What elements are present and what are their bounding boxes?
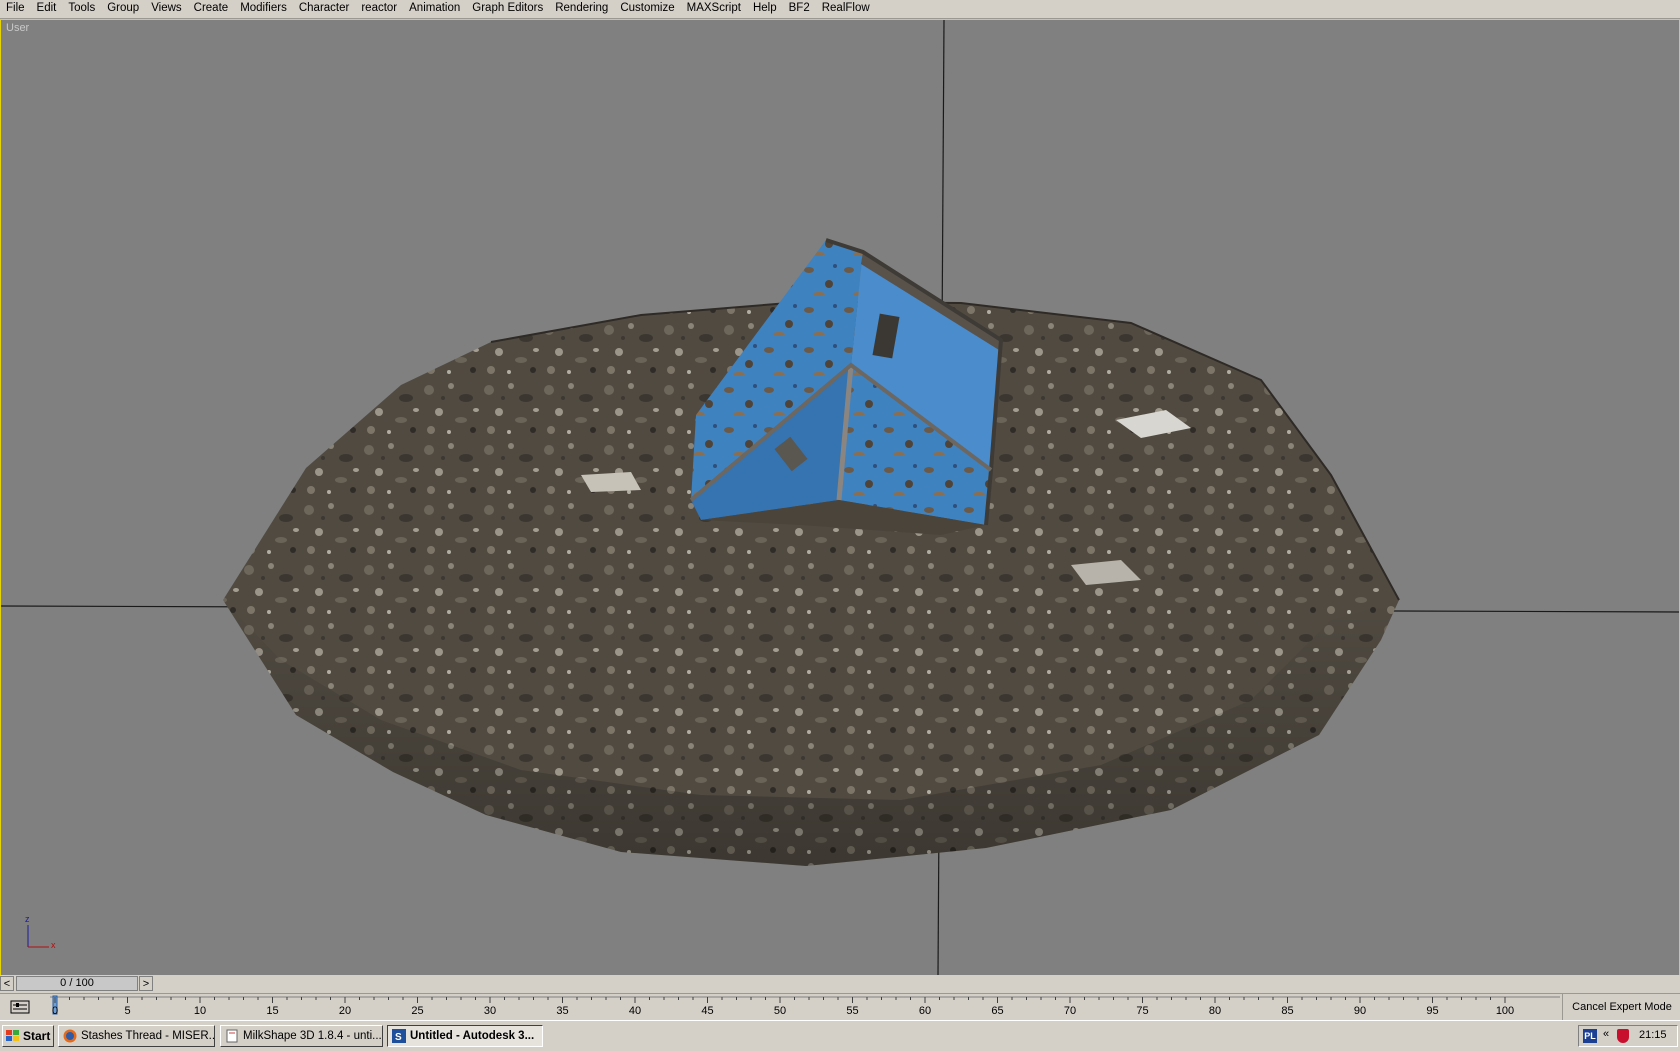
- menu-group[interactable]: Group: [101, 0, 145, 18]
- frame-label: 10: [194, 1005, 206, 1017]
- menu-graph-editors[interactable]: Graph Editors: [466, 0, 549, 18]
- time-prev-button[interactable]: <: [0, 976, 14, 991]
- tray-expand-chevron-icon[interactable]: «: [1603, 1028, 1609, 1040]
- frame-label: 95: [1426, 1005, 1438, 1017]
- task-label: Stashes Thread - MISER...: [81, 1030, 215, 1042]
- time-slider-thumb[interactable]: 0 / 100: [16, 976, 138, 991]
- language-indicator[interactable]: PL: [1583, 1029, 1597, 1043]
- menu-views[interactable]: Views: [145, 0, 187, 18]
- security-shield-icon[interactable]: [1617, 1029, 1629, 1043]
- clock: 21:15: [1639, 1029, 1667, 1041]
- frame-label: 100: [1496, 1005, 1514, 1017]
- frame-label: 15: [266, 1005, 278, 1017]
- menu-edit[interactable]: Edit: [31, 0, 63, 18]
- frame-label: 85: [1281, 1005, 1293, 1017]
- menu-bar: File Edit Tools Group Views Create Modifiers Ch…: [0, 0, 1680, 19]
- menu-modifiers[interactable]: Modifiers: [234, 0, 293, 18]
- menu-realflow[interactable]: RealFlow: [816, 0, 876, 18]
- start-label: Start: [23, 1029, 51, 1043]
- frame-label: 75: [1136, 1005, 1148, 1017]
- menu-tools[interactable]: Tools: [62, 0, 101, 18]
- frame-label: 90: [1354, 1005, 1366, 1017]
- time-next-button[interactable]: >: [139, 976, 153, 991]
- frame-label: 55: [846, 1005, 858, 1017]
- cancel-expert-mode-button[interactable]: Cancel Expert Mode: [1562, 994, 1680, 1020]
- frame-label: 65: [991, 1005, 1003, 1017]
- menu-create[interactable]: Create: [188, 0, 235, 18]
- menu-reactor[interactable]: reactor: [355, 0, 403, 18]
- task-3dsmax[interactable]: S Untitled - Autodesk 3...: [387, 1025, 543, 1047]
- menu-rendering[interactable]: Rendering: [549, 0, 614, 18]
- pebble-light: [581, 472, 641, 492]
- frame-label: 25: [411, 1005, 423, 1017]
- task-firefox[interactable]: Stashes Thread - MISER...: [58, 1025, 215, 1047]
- scene-canvas[interactable]: z x: [1, 20, 1679, 975]
- track-bar[interactable]: 0 5 10 15 20 25 30 35 40 45 50 55 60 65 70 75 80 85 90 95 10…: [0, 993, 1680, 1020]
- system-tray: PL « 21:15: [1578, 1025, 1678, 1047]
- frame-label: 70: [1064, 1005, 1076, 1017]
- menu-customize[interactable]: Customize: [614, 0, 680, 18]
- frame-label: 30: [484, 1005, 496, 1017]
- time-slider[interactable]: < 0 / 100 >: [0, 975, 1680, 993]
- viewport-user[interactable]: z x User: [0, 19, 1680, 976]
- menu-bf2[interactable]: BF2: [783, 0, 816, 18]
- frame-label: 80: [1209, 1005, 1221, 1017]
- windows-logo-icon: [6, 1030, 19, 1041]
- menu-help[interactable]: Help: [747, 0, 783, 18]
- frame-label: 45: [701, 1005, 713, 1017]
- menu-animation[interactable]: Animation: [403, 0, 466, 18]
- frame-label: 40: [629, 1005, 641, 1017]
- task-label: MilkShape 3D 1.8.4 - unti...: [243, 1030, 382, 1042]
- crate-model[interactable]: [689, 238, 1004, 535]
- milkshape-icon: [226, 1029, 238, 1043]
- task-label: Untitled - Autodesk 3...: [410, 1030, 535, 1042]
- menu-file[interactable]: File: [0, 0, 31, 18]
- frame-label: 20: [339, 1005, 351, 1017]
- frame-label: 0: [52, 1005, 58, 1017]
- frame-label: 5: [124, 1005, 130, 1017]
- frame-label: 50: [774, 1005, 786, 1017]
- firefox-icon: [63, 1029, 77, 1043]
- frame-label: 35: [556, 1005, 568, 1017]
- svg-text:S: S: [395, 1032, 402, 1043]
- axis-z-label: z: [25, 914, 30, 924]
- axis-tripod-icon: z x: [25, 914, 56, 950]
- axis-x-label: x: [51, 940, 56, 950]
- start-button[interactable]: Start: [2, 1025, 54, 1047]
- menu-maxscript[interactable]: MAXScript: [681, 0, 747, 18]
- frame-ruler[interactable]: 0 5 10 15 20 25 30 35 40 45 50 55 60 65 70 75 80 85 90 95 10…: [0, 994, 1560, 1020]
- 3dsmax-icon: S: [392, 1029, 406, 1043]
- menu-character[interactable]: Character: [293, 0, 356, 18]
- viewport-label[interactable]: User: [6, 22, 29, 34]
- task-milkshape[interactable]: MilkShape 3D 1.8.4 - unti...: [220, 1025, 383, 1047]
- taskbar: Start Stashes Thread - MISER... MilkShap…: [0, 1020, 1680, 1051]
- frame-label: 60: [919, 1005, 931, 1017]
